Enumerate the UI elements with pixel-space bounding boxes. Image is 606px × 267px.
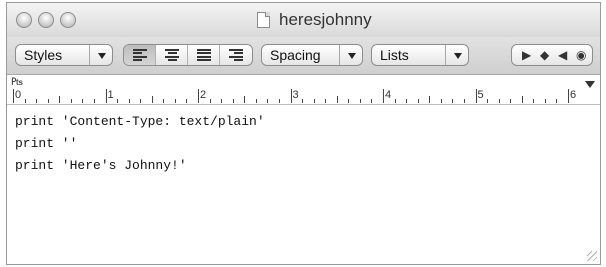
align-left-button[interactable] <box>124 45 156 65</box>
ruler-tick <box>406 99 408 103</box>
ruler-tick <box>232 99 234 103</box>
ruler-tick <box>278 99 280 103</box>
zoom-button[interactable] <box>60 12 76 28</box>
ruler-tick <box>510 99 512 103</box>
nav-control: ▶ ◆ ◀ ◉ <box>511 44 593 66</box>
window-title: heresjohnny <box>279 10 372 29</box>
ruler-tick <box>151 96 153 103</box>
ruler-tick <box>440 99 442 103</box>
chevron-down-icon <box>98 53 106 59</box>
ruler-tick <box>255 99 257 103</box>
ruler-tick <box>209 99 211 103</box>
format-toolbar: Styles Spacing Lists ▶ ◆ ◀ ◉ <box>7 37 600 75</box>
ruler-tick <box>383 89 384 103</box>
ruler-number: 3 <box>292 89 299 101</box>
ruler-tick <box>70 99 72 103</box>
document-icon[interactable] <box>257 12 270 28</box>
left-indent-marker[interactable]: ₧ <box>11 76 23 88</box>
minimize-button[interactable] <box>38 12 54 28</box>
spacing-popup[interactable]: Spacing <box>261 44 363 66</box>
ruler-number: 5 <box>477 89 484 101</box>
ruler-tick <box>348 99 350 103</box>
spacing-label: Spacing <box>270 47 321 63</box>
ruler-tick <box>128 99 130 103</box>
ruler-tick <box>325 99 327 103</box>
ruler-tick <box>244 96 246 103</box>
align-center-button[interactable] <box>156 45 188 65</box>
ruler-tick <box>371 99 373 103</box>
chevron-down-icon <box>348 53 356 59</box>
ruler-tick <box>475 89 477 103</box>
ruler-tick <box>521 96 523 103</box>
right-indent-marker[interactable] <box>585 81 595 88</box>
ruler-tick <box>463 99 465 103</box>
ruler-tick <box>394 99 396 103</box>
ruler-tick <box>452 99 454 103</box>
back-icon[interactable]: ◀ <box>558 47 567 63</box>
ruler-tick <box>498 99 500 103</box>
ruler-tick <box>47 99 49 103</box>
ruler-tick <box>198 89 199 103</box>
align-justify-button[interactable] <box>188 45 220 65</box>
ruler-tick <box>290 89 292 103</box>
align-right-button[interactable] <box>220 45 252 65</box>
close-button[interactable] <box>16 12 32 28</box>
ruler-tick <box>336 96 338 103</box>
ruler-number: 1 <box>107 89 114 101</box>
align-justify-icon <box>197 49 211 62</box>
ruler-number: 0 <box>15 89 22 101</box>
ruler-tick <box>140 99 142 103</box>
title-bar[interactable]: heresjohnny <box>7 3 600 37</box>
ruler-tick <box>82 99 84 103</box>
record-icon[interactable]: ◉ <box>576 47 586 63</box>
text-area[interactable]: print 'Content-Type: text/plain' print ''… <box>7 106 600 264</box>
ruler-tick <box>13 89 14 103</box>
ruler-tick <box>544 99 546 103</box>
ruler-tick <box>417 99 419 103</box>
align-right-icon <box>229 49 243 62</box>
lists-popup[interactable]: Lists <box>371 44 469 66</box>
ruler-tick <box>186 99 188 103</box>
ruler-tick <box>163 99 165 103</box>
resize-grip[interactable] <box>587 251 597 261</box>
text-line: print '' <box>15 136 78 151</box>
ruler-tick <box>93 99 95 103</box>
ruler-tick <box>533 99 535 103</box>
textedit-window: heresjohnny Styles Spacing Lists ▶ ◆ ◀ ◉… <box>6 2 601 265</box>
align-center-icon <box>165 49 179 62</box>
ruler-number: 4 <box>385 89 392 101</box>
styles-popup[interactable]: Styles <box>15 44 113 66</box>
ruler-tick <box>59 96 61 103</box>
ruler-tick <box>556 99 558 103</box>
ruler-tick <box>302 99 304 103</box>
alignment-control <box>123 44 253 66</box>
chevron-down-icon <box>454 53 462 59</box>
ruler[interactable]: ₧ 0 1 2 3 4 5 6 <box>7 75 600 105</box>
ruler-tick <box>24 99 26 103</box>
ruler-tick <box>36 99 38 103</box>
diamond-icon[interactable]: ◆ <box>540 47 549 63</box>
ruler-tick <box>313 99 315 103</box>
lists-label: Lists <box>380 47 409 63</box>
ruler-number: 2 <box>200 89 207 101</box>
styles-label: Styles <box>24 47 63 63</box>
ruler-number: 6 <box>570 89 577 101</box>
text-line: print 'Here's Johnny!' <box>15 158 187 173</box>
ruler-tick <box>105 89 107 103</box>
ruler-tick <box>267 99 269 103</box>
ruler-tick <box>117 99 119 103</box>
ruler-tick <box>487 99 489 103</box>
ruler-tick <box>174 99 176 103</box>
ruler-tick <box>568 89 569 103</box>
play-icon[interactable]: ▶ <box>522 47 531 63</box>
text-line: print 'Content-Type: text/plain' <box>15 114 265 129</box>
ruler-tick <box>429 96 431 103</box>
ruler-tick <box>359 99 361 103</box>
ruler-tick <box>221 99 223 103</box>
align-left-icon <box>133 49 147 62</box>
